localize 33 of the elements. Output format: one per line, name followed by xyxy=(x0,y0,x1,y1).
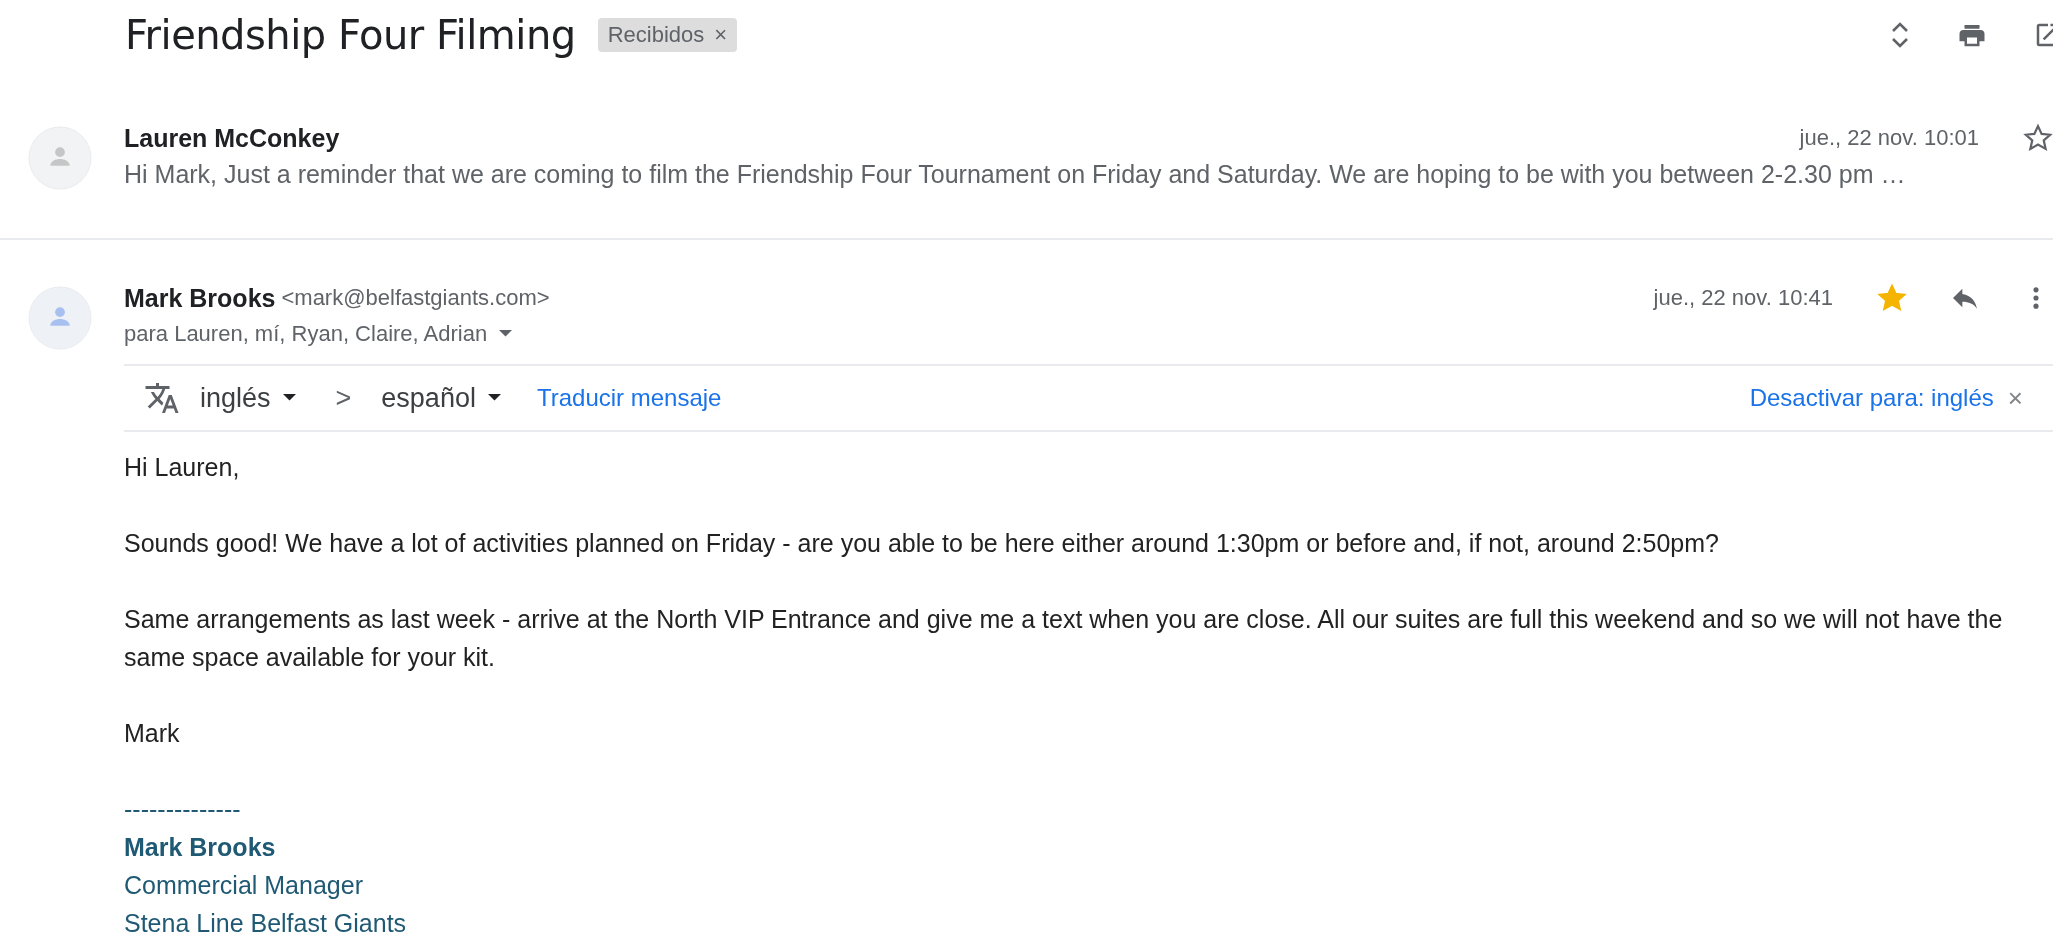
close-button[interactable]: × xyxy=(2007,382,2023,414)
caret-icon xyxy=(487,394,501,402)
message-date: jue., 22 nov. 10:41 xyxy=(1653,285,1833,311)
inbox-label[interactable]: Recibidos × xyxy=(597,18,738,52)
body-paragraph: Same arrangements as last week - arrive at the North VIP Entrance and give me a text when you are close. All our suites are full this weekend and so we will not have the same space available for your kit. xyxy=(124,604,2004,673)
body-paragraph: Mark xyxy=(124,718,181,749)
sender-name: Mark Brooks xyxy=(124,283,276,313)
sender-email: <mark@belfastgiants.com> xyxy=(281,285,550,311)
message-date: jue., 22 nov. 10:01 xyxy=(1799,125,1979,151)
expand-collapse-icon[interactable] xyxy=(1889,20,1911,50)
body-paragraph: Sounds good! We have a lot of activities planned on Friday - are you able to be here either around 1:30pm or before and, if not, around 2:50pm? xyxy=(124,528,1720,559)
star-icon[interactable] xyxy=(1877,283,1907,313)
caret-icon[interactable] xyxy=(499,330,513,338)
email-subject: Friendship Four Filming xyxy=(125,12,576,58)
target-language-dropdown[interactable]: español xyxy=(381,382,501,414)
star-icon[interactable] xyxy=(2023,123,2053,153)
arrow-glyph: > xyxy=(335,382,352,414)
body-paragraph: Hi Lauren, xyxy=(124,452,241,483)
signature-rule: -------------- xyxy=(124,794,242,825)
recipients-text: para Lauren, mí, Ryan, Claire, Adrian xyxy=(124,321,488,347)
avatar-icon xyxy=(28,126,92,190)
source-language-dropdown[interactable]: inglés xyxy=(200,382,296,414)
translate-icon xyxy=(144,380,180,416)
avatar-icon xyxy=(28,286,92,350)
signature-line: Stena Line Belfast Giants xyxy=(124,908,408,939)
message-snippet: Hi Mark, Just a reminder that we are coming to film the Friendship Four Tournament on Friday and Saturday. We are hoping to be with you between 2-2.30 pm … xyxy=(124,160,1907,189)
more-options-icon[interactable] xyxy=(2031,284,2041,312)
translate-message-link[interactable]: Traducir mensaje xyxy=(536,384,722,412)
caret-icon xyxy=(282,394,296,402)
signature-name: Mark Brooks xyxy=(124,832,277,863)
disable-translation-link[interactable]: Desactivar para: inglés xyxy=(1749,384,1994,412)
signature-line: Commercial Manager xyxy=(124,870,364,901)
sender-name: Lauren McConkey xyxy=(124,123,340,153)
